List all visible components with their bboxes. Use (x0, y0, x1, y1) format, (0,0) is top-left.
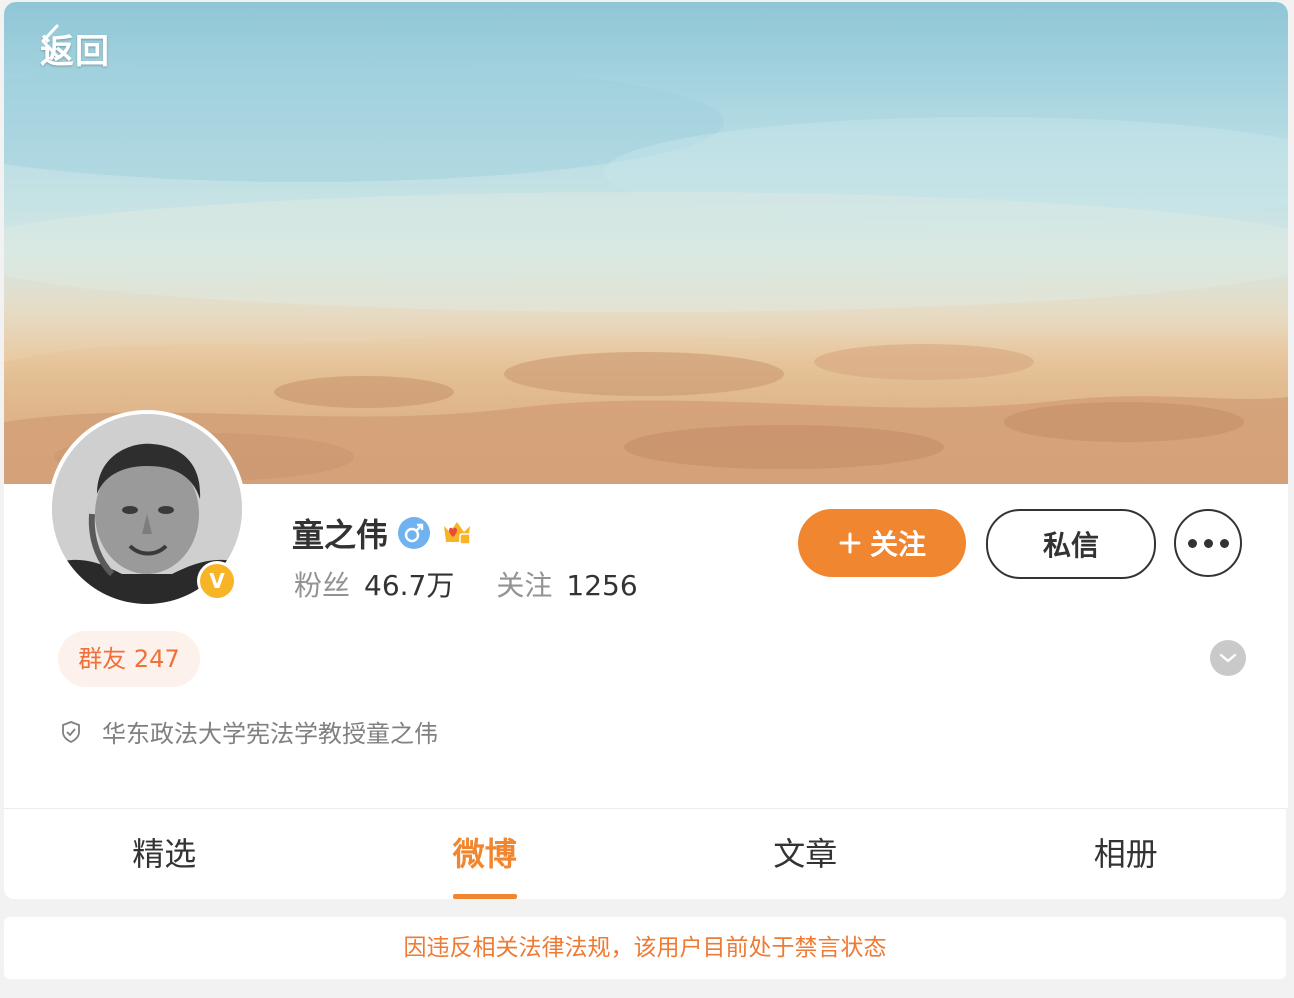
male-icon (398, 517, 431, 549)
name-row: 童之伟 (292, 510, 474, 556)
follow-label: 关注 (869, 528, 926, 561)
verified-badge: V (197, 561, 237, 601)
chevron-down-icon (1219, 653, 1237, 663)
more-options-button[interactable] (1174, 509, 1242, 577)
tab-weibo[interactable]: 微博 (325, 809, 646, 899)
fans-count: 46.7万 (364, 569, 455, 602)
more-dots-icon (1187, 538, 1197, 548)
plus-icon (839, 532, 861, 554)
stats-row: 粉丝 46.7万 关注 1256 (294, 566, 680, 606)
following-label: 关注 (496, 569, 553, 602)
shield-icon (62, 720, 80, 743)
beach-scene (4, 62, 1288, 484)
following-count: 1256 (566, 569, 638, 602)
back-button[interactable]: 返回 (40, 24, 110, 73)
follow-button[interactable]: 关注 (798, 509, 966, 577)
fans-label: 粉丝 (294, 569, 351, 602)
certification-row: 华东政法大学宪法学教授童之伟 (60, 714, 438, 749)
tab-articles[interactable]: 文章 (645, 809, 966, 899)
profile-tabs: 精选 微博 文章 相册 (4, 808, 1286, 899)
expand-button[interactable] (1210, 640, 1246, 676)
tab-featured[interactable]: 精选 (4, 809, 325, 899)
chevron-left-icon (41, 24, 59, 58)
message-label: 私信 (1042, 529, 1099, 562)
following-stat[interactable]: 关注 1256 (496, 566, 637, 606)
tab-albums[interactable]: 相册 (966, 809, 1287, 899)
certification-text: 华东政法大学宪法学教授童之伟 (102, 720, 438, 748)
fans-stat[interactable]: 粉丝 46.7万 (294, 566, 454, 606)
ban-notice: 因违反相关法律法规，该用户目前处于禁言状态 (4, 917, 1286, 979)
user-name: 童之伟 (292, 516, 389, 554)
profile-card: 返回 童之伟 粉丝 46.7万 关注 1256 群友 247 华东政法大学宪法学… (4, 2, 1288, 808)
message-button[interactable]: 私信 (986, 509, 1156, 579)
verified-v-icon: V (200, 564, 234, 598)
group-badge[interactable]: 群友 247 (58, 631, 200, 687)
crown-member-icon (444, 522, 471, 545)
cover-image: 返回 (4, 2, 1288, 484)
